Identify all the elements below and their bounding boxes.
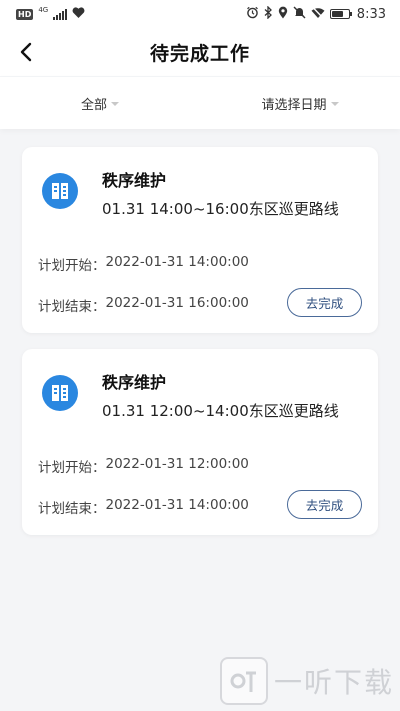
go-complete-button[interactable]: 去完成 bbox=[287, 490, 362, 519]
wifi-off-icon bbox=[311, 6, 325, 22]
planned-end-label: 计划结束： bbox=[38, 501, 106, 517]
planned-start-value: 2022-01-31 12:00:00 bbox=[105, 456, 249, 472]
status-time: 8:33 bbox=[356, 6, 386, 22]
planned-start-label: 计划开始： bbox=[38, 258, 106, 274]
planned-end-row: 计划结束： 2022-01-31 16:00:00 bbox=[38, 295, 249, 315]
building-icon bbox=[42, 173, 78, 209]
battery-icon bbox=[329, 9, 352, 19]
date-filter-label: 请选择日期 bbox=[261, 97, 327, 113]
location-icon bbox=[278, 6, 288, 22]
planned-start-row: 计划开始： 2022-01-31 12:00:00 bbox=[38, 456, 249, 476]
back-button[interactable] bbox=[12, 38, 40, 66]
date-filter-dropdown[interactable]: 请选择日期 bbox=[200, 94, 400, 113]
watermark: 一听下载 bbox=[219, 657, 394, 705]
planned-end-row: 计划结束： 2022-01-31 14:00:00 bbox=[38, 497, 249, 517]
building-icon bbox=[42, 375, 78, 411]
status-bar: HD 4G 8:33 bbox=[0, 0, 400, 28]
status-filter-label: 全部 bbox=[80, 97, 107, 113]
task-title: 秩序维护 bbox=[102, 171, 167, 190]
planned-end-value: 2022-01-31 14:00:00 bbox=[105, 497, 249, 513]
signal-icon bbox=[53, 8, 68, 20]
status-bar-left: HD 4G bbox=[16, 6, 85, 22]
status-filter-dropdown[interactable]: 全部 bbox=[0, 94, 200, 113]
task-card[interactable]: 秩序维护 01.31 12:00~14:00东区巡更路线 计划开始： 2022-… bbox=[22, 349, 378, 535]
planned-start-label: 计划开始： bbox=[38, 460, 106, 476]
caret-down-icon bbox=[330, 102, 339, 106]
mute-icon bbox=[293, 6, 306, 22]
network-type-label: 4G bbox=[38, 6, 49, 14]
task-title: 秩序维护 bbox=[102, 373, 167, 392]
go-complete-button[interactable]: 去完成 bbox=[287, 288, 362, 317]
filter-bar: 全部 请选择日期 bbox=[0, 77, 400, 129]
bluetooth-icon bbox=[264, 5, 273, 22]
planned-start-value: 2022-01-31 14:00:00 bbox=[105, 254, 249, 270]
page-title: 待完成工作 bbox=[149, 42, 250, 65]
planned-end-label: 计划结束： bbox=[38, 299, 106, 315]
caret-down-icon bbox=[111, 102, 119, 106]
planned-start-row: 计划开始： 2022-01-31 14:00:00 bbox=[38, 254, 249, 274]
watermark-logo-icon bbox=[219, 657, 268, 705]
chevron-left-icon bbox=[20, 42, 32, 62]
status-bar-right: 8:33 bbox=[246, 5, 386, 22]
alarm-icon bbox=[246, 6, 259, 22]
task-card[interactable]: 秩序维护 01.31 14:00~16:00东区巡更路线 计划开始： 2022-… bbox=[22, 147, 378, 333]
watermark-text: 一听下载 bbox=[273, 666, 394, 699]
nav-bar: 待完成工作 bbox=[0, 28, 400, 76]
task-route: 01.31 12:00~14:00东区巡更路线 bbox=[102, 402, 339, 420]
task-route: 01.31 14:00~16:00东区巡更路线 bbox=[102, 200, 339, 218]
planned-end-value: 2022-01-31 16:00:00 bbox=[105, 295, 249, 311]
health-icon bbox=[72, 6, 85, 22]
hd-badge: HD bbox=[16, 8, 34, 20]
